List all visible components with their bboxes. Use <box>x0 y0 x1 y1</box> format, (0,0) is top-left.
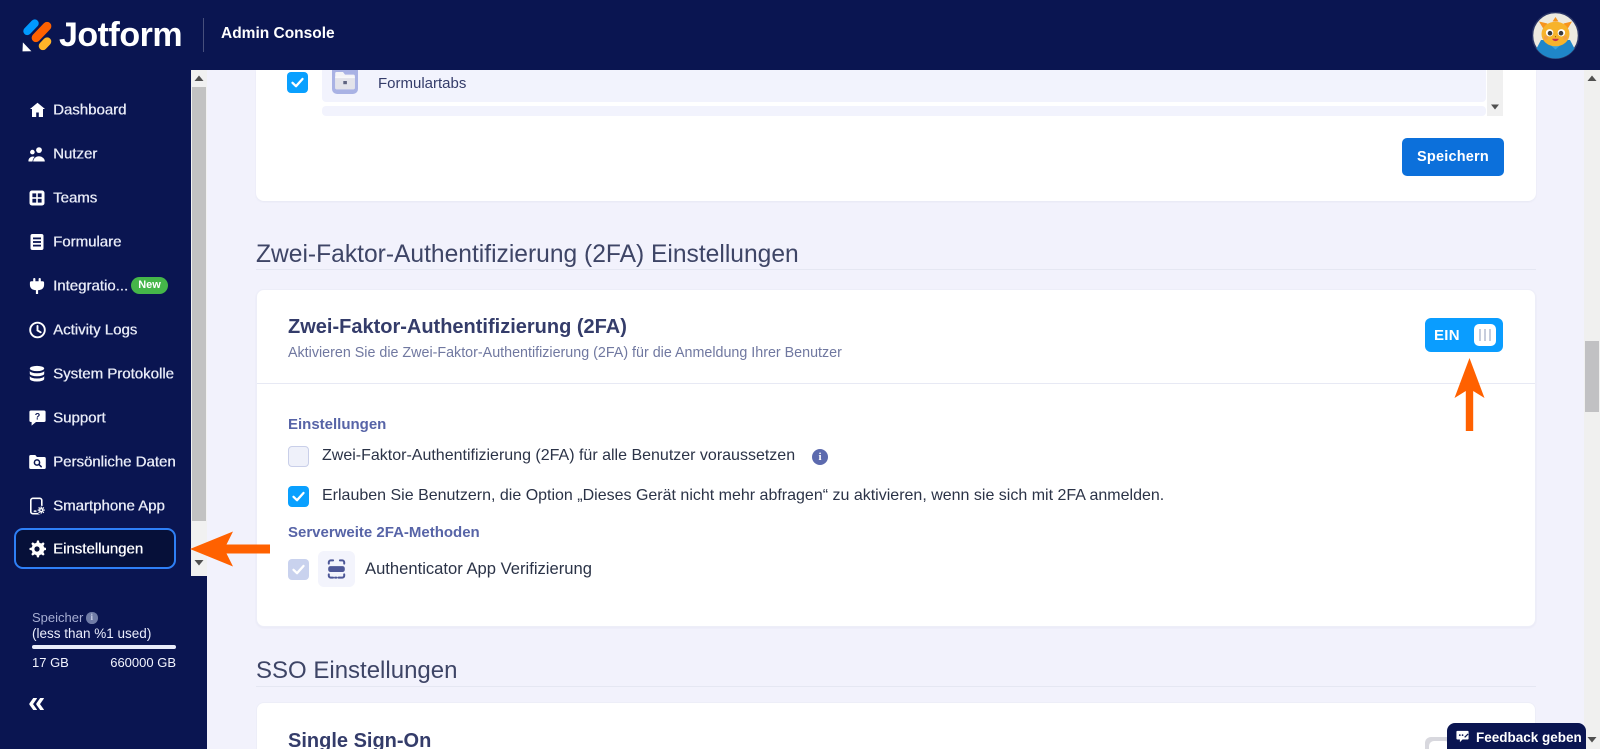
svg-text:?: ? <box>34 412 40 422</box>
